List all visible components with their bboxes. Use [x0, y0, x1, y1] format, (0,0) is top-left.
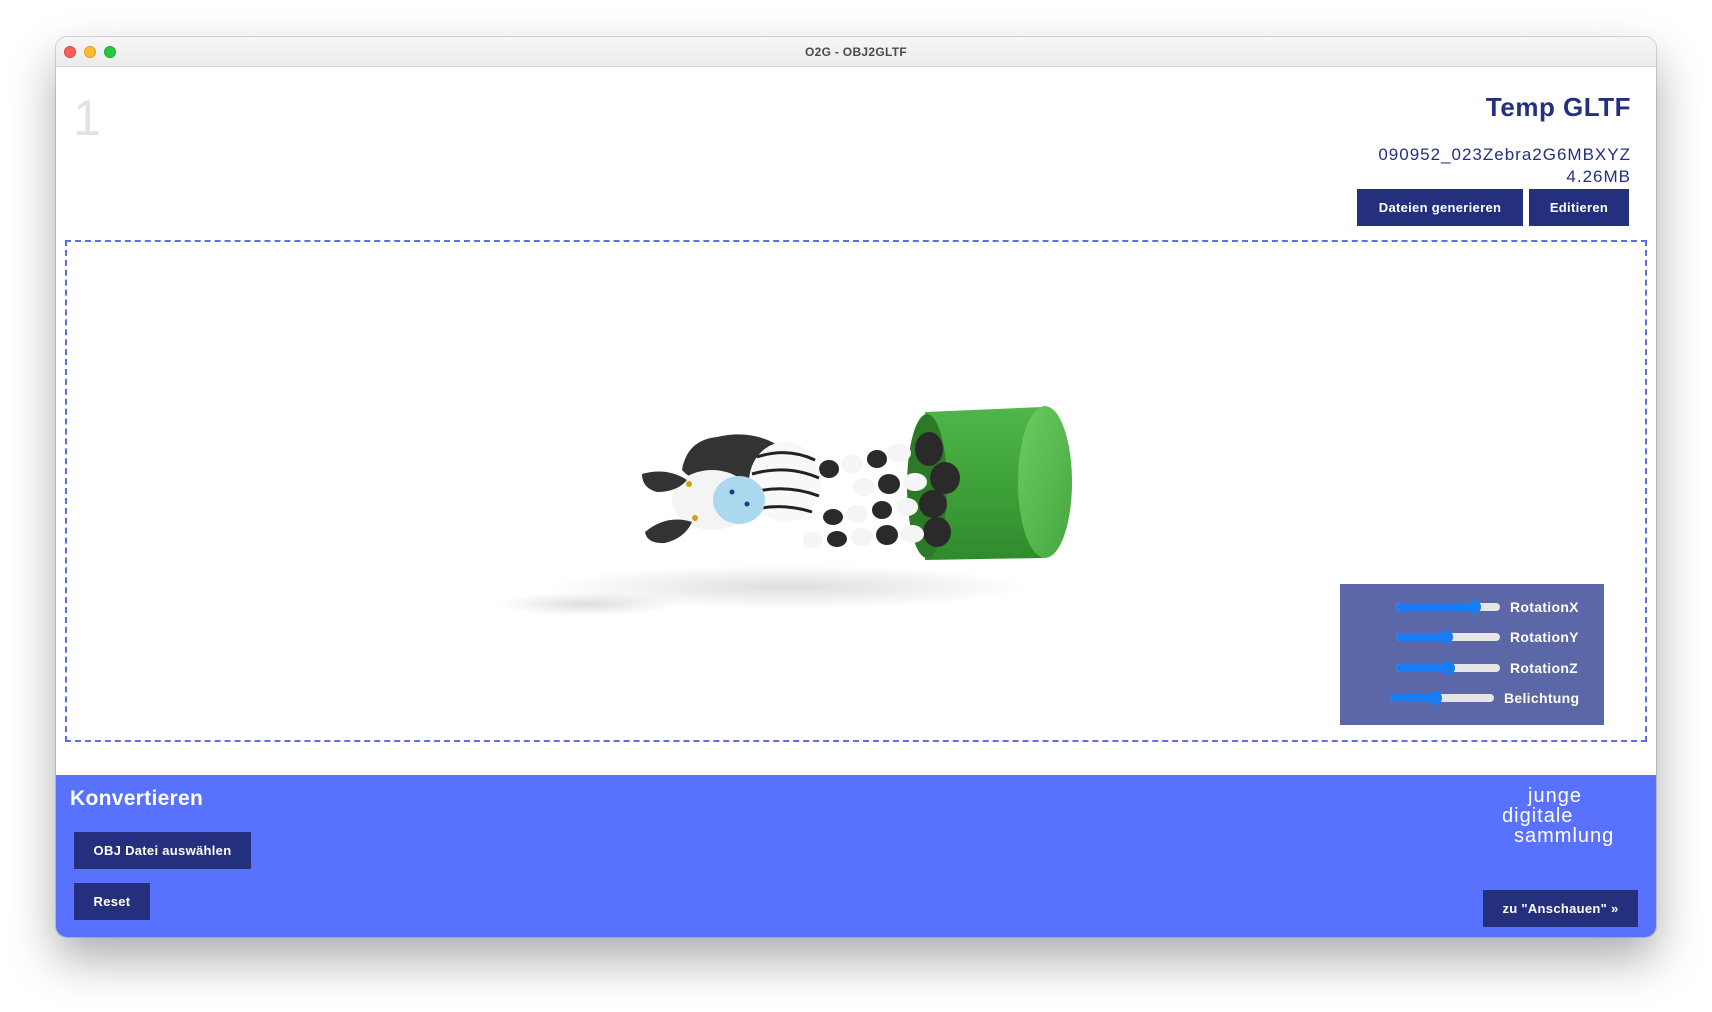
rotation-y-slider-knob[interactable] [1438, 630, 1453, 644]
rotation-y-control: RotationY [1340, 627, 1604, 647]
rotation-y-slider[interactable] [1396, 630, 1500, 644]
reset-button[interactable]: Reset [74, 883, 150, 920]
file-size: 4.26MB [1566, 167, 1631, 186]
generate-files-button[interactable]: Dateien generieren [1357, 189, 1523, 226]
rotation-z-slider[interactable] [1396, 661, 1500, 675]
rotation-x-slider[interactable] [1396, 600, 1500, 614]
rotation-z-label: RotationZ [1510, 660, 1579, 676]
step-number: 1 [73, 90, 101, 146]
exposure-slider[interactable] [1390, 691, 1494, 705]
model-title: Temp GLTF [1485, 92, 1631, 122]
logo-line-3: sammlung [1514, 825, 1615, 847]
junge-digitale-sammlung-logo: junge digitale sammlung [1496, 786, 1636, 856]
rotation-z-slider-knob[interactable] [1441, 661, 1455, 675]
rotation-x-label: RotationX [1510, 599, 1579, 615]
convert-panel: Konvertieren OBJ Datei auswählen Reset j… [56, 775, 1656, 937]
exposure-control: Belichtung [1340, 688, 1604, 708]
rotation-z-control: RotationZ [1340, 658, 1604, 678]
go-to-view-button[interactable]: zu "Anschauen" » [1483, 890, 1638, 927]
rotation-y-label: RotationY [1510, 629, 1579, 645]
rotation-x-control: RotationX [1340, 597, 1604, 617]
title-bar: O2G - OBJ2GLTF [56, 37, 1656, 67]
controls-panel: RotationX RotationY RotationZ Belichtung [1340, 584, 1604, 725]
exposure-slider-knob[interactable] [1427, 691, 1442, 705]
exposure-label: Belichtung [1504, 690, 1580, 706]
file-name: 090952_023Zebra2G6MBXYZ [1378, 145, 1631, 164]
rotation-x-slider-fill [1396, 603, 1474, 611]
convert-title: Konvertieren [70, 787, 204, 810]
logo-line-2: digitale [1502, 805, 1574, 827]
rotation-x-slider-knob[interactable] [1467, 600, 1481, 614]
choose-obj-file-button[interactable]: OBJ Datei auswählen [74, 832, 251, 869]
app-window: O2G - OBJ2GLTF 1 Temp GLTF 090952_023Zeb… [56, 37, 1656, 937]
logo-line-1: junge [1528, 785, 1582, 807]
edit-button[interactable]: Editieren [1529, 189, 1629, 226]
window-title: O2G - OBJ2GLTF [805, 45, 907, 59]
